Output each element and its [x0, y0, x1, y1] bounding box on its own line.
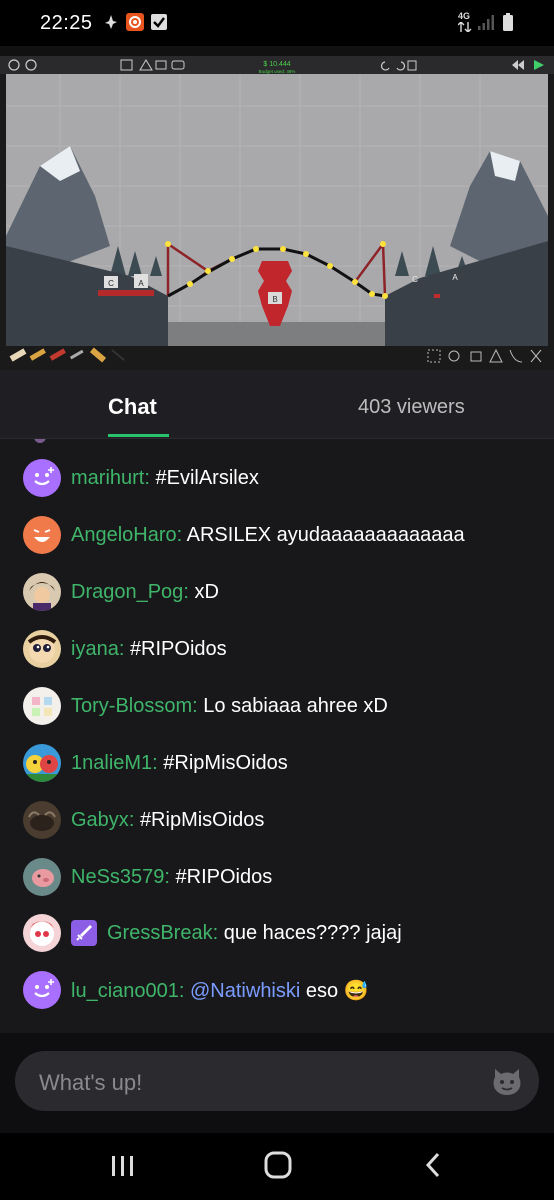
budget-amount: $ 10.444 — [263, 61, 290, 68]
colon: : — [212, 921, 224, 944]
colon: : — [118, 637, 130, 660]
avatar-orange-smile — [23, 516, 61, 554]
chat-username[interactable]: GressBreak — [107, 922, 213, 944]
chat-message[interactable]: iyana: #RIPOidos — [23, 629, 227, 669]
avatar-red-cartoon — [23, 914, 61, 952]
chat-text: que haces???? jajaj — [223, 921, 402, 944]
chat-message-list[interactable]: marihurt: #EvilArsilex AngeloHaro: ARSIL… — [0, 439, 554, 1033]
avatar-pink-photo — [23, 858, 61, 896]
chat-username[interactable]: marihurt — [71, 467, 144, 489]
chat-message[interactable]: NeSs3579: #RIPOidos — [23, 857, 272, 897]
chat-text: #RIPOidos — [129, 637, 227, 660]
chat-header: Chat 403 viewers — [0, 370, 554, 439]
boat-label-b: B — [272, 295, 277, 304]
chat-mention[interactable]: @Natiwhiski — [190, 980, 300, 1002]
data-arrows-icon — [458, 22, 472, 32]
goal-label-a: A — [452, 273, 458, 282]
goal-label-c: C — [412, 275, 418, 284]
stream-video-player[interactable]: $ 10.444 Budget used: 48% B C A C A — [0, 46, 554, 370]
chat-message[interactable]: 1nalieM1: #RipMisOidos — [23, 743, 288, 783]
checkbox-notification-icon — [151, 14, 167, 30]
chat-username[interactable]: Tory-Blossom — [71, 695, 192, 717]
colon: : — [176, 523, 187, 546]
chat-username[interactable]: 1nalieM1 — [71, 752, 152, 774]
emote-picker-icon[interactable] — [489, 1063, 525, 1099]
network-type: 4G — [458, 11, 471, 21]
chat-input-area: What's up! — [0, 1033, 554, 1133]
colon: : — [128, 808, 140, 831]
status-time: 22:25 — [40, 12, 93, 34]
avatar-purple-smile — [23, 459, 61, 497]
tab-chat-underline — [108, 434, 169, 437]
avatar-anime-character — [23, 573, 61, 611]
chat-username[interactable]: Gabyx — [71, 809, 129, 831]
avatar-dark-photo — [23, 801, 61, 839]
chat-username[interactable]: iyana — [71, 638, 119, 660]
chat-message[interactable]: Tory-Blossom: Lo sabiaaa ahree xD — [23, 686, 388, 726]
colon: : — [144, 466, 156, 489]
chat-username[interactable]: NeSs3579 — [71, 866, 164, 888]
vehicle-label-c: C — [108, 279, 114, 288]
colon: : — [192, 694, 204, 717]
chat-message[interactable]: AngeloHaro: ARSILEX ayudaaaaaaaaaaaaa — [23, 515, 465, 555]
colon: : — [164, 865, 176, 888]
chat-username[interactable]: AngeloHaro — [71, 524, 177, 546]
battery-icon — [503, 13, 513, 31]
colon: : — [183, 580, 195, 603]
recording-app-icon — [126, 13, 144, 31]
chat-message[interactable]: Gabyx: #RipMisOidos — [23, 800, 264, 840]
chat-text: #RipMisOidos — [163, 751, 288, 774]
system-nav-bar — [0, 1133, 554, 1200]
chat-message[interactable]: lu_ciano001: @Natiwhiski eso 😅 — [23, 970, 369, 1010]
smile-icon — [34, 979, 54, 998]
chat-text: Lo sabiaaa ahree xD — [203, 694, 388, 717]
cut-off-avatar — [34, 439, 46, 443]
chat-text: #RipMisOidos — [139, 808, 265, 831]
chat-text: #EvilArsilex — [155, 466, 259, 489]
avatar-purple-smile — [23, 971, 61, 1009]
chat-input-placeholder: What's up! — [39, 1070, 143, 1095]
chat-text: ARSILEX ayudaaaaaaaaaaaaa — [186, 523, 465, 546]
signal-icon — [478, 15, 494, 30]
chat-message[interactable]: Dragon_Pog: xD — [23, 572, 219, 612]
back-icon[interactable] — [422, 1151, 444, 1179]
avatar-pastel-pattern — [23, 687, 61, 725]
chat-message[interactable]: GressBreak: que haces???? jajaj — [23, 913, 402, 953]
game-scene: $ 10.444 Budget used: 48% B C A C A — [0, 56, 554, 370]
chat-text: eso 😅 — [305, 979, 369, 1002]
status-bar: 22:25 4G — [0, 0, 554, 46]
sword-badge-icon — [71, 920, 97, 946]
avatar-cartoon-face — [23, 630, 61, 668]
chat-text: xD — [194, 580, 219, 603]
budget-used: Budget used: 48% — [259, 69, 296, 74]
avatar-cartoon-colorful — [23, 744, 61, 782]
home-icon[interactable] — [264, 1151, 292, 1179]
chat-text: #RIPOidos — [175, 865, 273, 888]
colon: : — [178, 979, 190, 1002]
vehicle-label-a: A — [138, 279, 144, 288]
grin-icon — [33, 529, 51, 542]
smile-icon — [34, 467, 54, 486]
viewers-count[interactable]: 403 viewers — [358, 396, 465, 419]
colon: : — [152, 751, 164, 774]
recent-apps-icon[interactable] — [110, 1153, 136, 1179]
tab-chat[interactable]: Chat — [108, 394, 157, 420]
chat-username[interactable]: Dragon_Pog — [71, 581, 183, 603]
chat-username[interactable]: lu_ciano001 — [71, 980, 179, 1002]
notification-app-icon — [105, 15, 117, 29]
chat-input[interactable]: What's up! — [15, 1051, 539, 1111]
chat-message[interactable]: marihurt: #EvilArsilex — [23, 458, 259, 498]
